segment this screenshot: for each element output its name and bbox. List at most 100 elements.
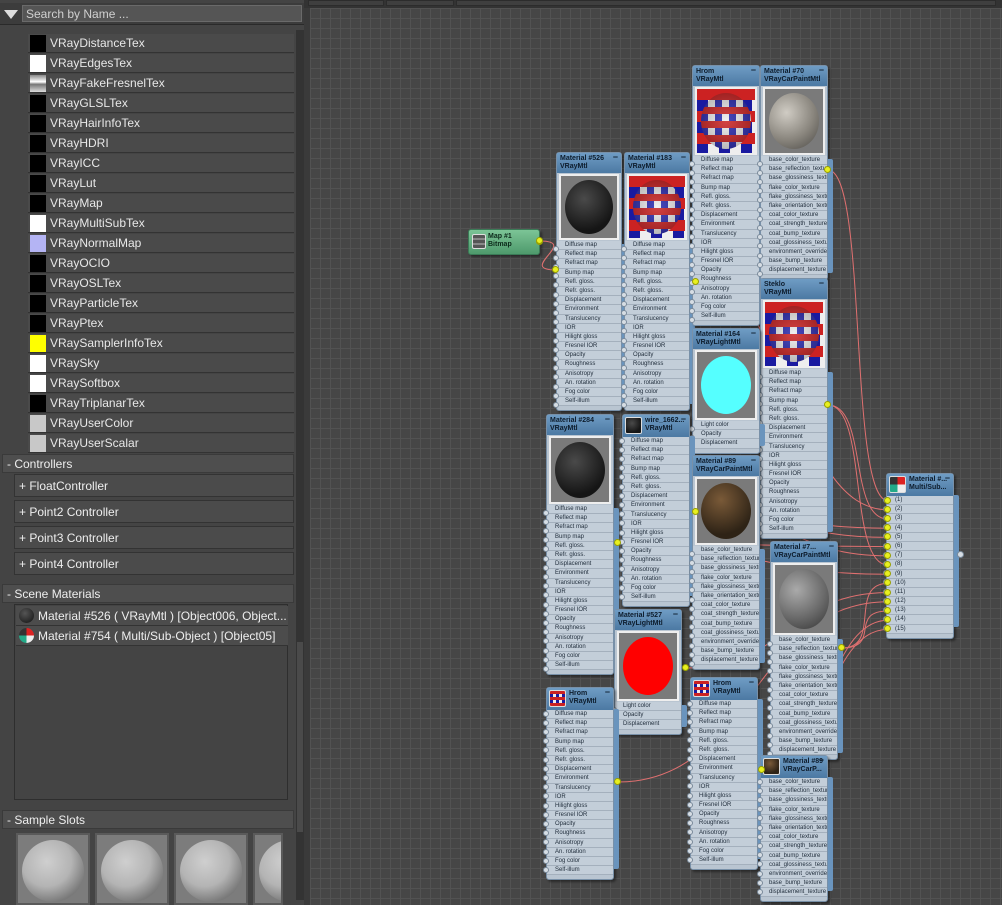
- input-slot[interactable]: Opacity: [557, 351, 621, 361]
- input-slot[interactable]: Hilight gloss: [693, 247, 759, 258]
- collapse-icon[interactable]: −: [819, 279, 824, 288]
- input-slot[interactable]: Self-illum: [691, 856, 757, 866]
- input-slot[interactable]: Self-illum: [623, 593, 689, 603]
- input-slot[interactable]: displacement_texture: [761, 888, 827, 898]
- input-slot[interactable]: Refract map: [547, 523, 613, 533]
- input-slot[interactable]: Refr. gloss.: [691, 745, 757, 756]
- input-socket[interactable]: [543, 601, 549, 608]
- input-slot[interactable]: Translucency: [547, 783, 613, 793]
- input-slot[interactable]: Opacity: [693, 430, 759, 440]
- input-slot[interactable]: IOR: [691, 782, 757, 792]
- node-header[interactable]: wire_1662... VRayMtl −: [623, 415, 689, 437]
- input-slot[interactable]: (15): [887, 624, 953, 634]
- input-socket[interactable]: [757, 842, 763, 849]
- input-slot[interactable]: Environment: [623, 501, 689, 511]
- input-slot[interactable]: Self-illum: [625, 397, 689, 407]
- input-socket[interactable]: [767, 704, 773, 711]
- input-slot[interactable]: coat_strength_texture: [771, 700, 837, 710]
- input-slot[interactable]: Hilight gloss: [547, 801, 613, 812]
- browser-item[interactable]: VRaySamplerInfoTex: [28, 334, 294, 353]
- input-slot[interactable]: base_bump_texture: [761, 879, 827, 889]
- input-socket[interactable]: [689, 261, 695, 268]
- input-slot[interactable]: Refr. gloss.: [557, 286, 621, 297]
- input-slot[interactable]: Refract map: [547, 728, 613, 738]
- input-slot[interactable]: Self-illum: [557, 397, 621, 407]
- browser-item[interactable]: VRayOSLTex: [28, 274, 294, 293]
- input-socket[interactable]: [767, 649, 773, 656]
- input-socket[interactable]: [543, 774, 549, 781]
- input-socket[interactable]: [621, 383, 627, 390]
- input-slot[interactable]: Displacement: [625, 296, 689, 306]
- input-socket[interactable]: [687, 838, 693, 845]
- multisub-output-socket[interactable]: [957, 551, 964, 558]
- input-slot[interactable]: Anisotropy: [623, 565, 689, 575]
- material-node[interactable]: Steklo VRayMtl − Diffuse map Reflect map Refr…: [760, 278, 828, 540]
- input-slot[interactable]: (1): [887, 496, 953, 506]
- input-slot[interactable]: flake_orientation_texture: [693, 591, 759, 602]
- input-slot[interactable]: Opacity: [547, 820, 613, 830]
- input-slot[interactable]: Roughness: [691, 819, 757, 829]
- input-slot[interactable]: Anisotropy: [557, 369, 621, 379]
- connected-output-socket[interactable]: [824, 166, 831, 173]
- input-socket[interactable]: [621, 300, 627, 307]
- input-slot[interactable]: Fog color: [693, 303, 759, 313]
- input-slot[interactable]: Reflect map: [625, 250, 689, 260]
- input-slot[interactable]: Fresnel IOR: [547, 811, 613, 821]
- input-socket[interactable]: [689, 550, 695, 557]
- input-slot[interactable]: Opacity: [761, 479, 827, 489]
- input-slot[interactable]: Translucency: [691, 773, 757, 783]
- connected-input-socket[interactable]: [884, 551, 891, 559]
- input-slot[interactable]: Opacity: [693, 266, 759, 276]
- input-socket[interactable]: [767, 658, 773, 665]
- search-input[interactable]: [22, 5, 302, 22]
- input-socket[interactable]: [621, 355, 627, 362]
- input-socket[interactable]: [543, 866, 549, 873]
- input-slot[interactable]: Bump map: [693, 183, 759, 193]
- controller-item[interactable]: + Point2 Controller: [14, 500, 294, 523]
- input-slot[interactable]: Opacity: [625, 351, 689, 361]
- input-slot[interactable]: Roughness: [557, 360, 621, 370]
- input-socket[interactable]: [553, 346, 559, 353]
- input-slot[interactable]: Bump map: [625, 268, 689, 278]
- input-slot[interactable]: IOR: [557, 323, 621, 333]
- input-slot[interactable]: base_color_texture: [771, 636, 837, 646]
- input-slot[interactable]: Translucency: [557, 314, 621, 324]
- node-header[interactable]: Material #89 VRayCarPaintMtl −: [693, 456, 759, 476]
- input-slot[interactable]: Environment: [547, 774, 613, 784]
- input-slot[interactable]: Anisotropy: [693, 284, 759, 294]
- input-socket[interactable]: [689, 651, 695, 658]
- input-slot[interactable]: Roughness: [761, 488, 827, 498]
- input-slot[interactable]: Displacement: [691, 755, 757, 765]
- connected-input-socket[interactable]: [884, 588, 891, 596]
- material-node[interactable]: Hrom VRayMtl − Diffuse map Reflect map Refrac…: [692, 65, 760, 327]
- browser-item[interactable]: VRayUserColor: [28, 414, 294, 433]
- input-socket[interactable]: [621, 245, 627, 252]
- input-slot[interactable]: An. rotation: [623, 574, 689, 584]
- input-slot[interactable]: coat_strength_texture: [761, 842, 827, 852]
- input-slot[interactable]: Refl. gloss.: [623, 473, 689, 483]
- input-slot[interactable]: Displacement: [547, 765, 613, 775]
- input-socket[interactable]: [543, 509, 549, 516]
- scene-material-item[interactable]: Material #754 ( Multi/Sub-Object ) [Obje…: [16, 626, 288, 646]
- input-slot[interactable]: environment_override_te...: [693, 637, 759, 648]
- browser-item[interactable]: VRayGLSLTex: [28, 94, 294, 113]
- collapse-icon[interactable]: −: [681, 153, 686, 162]
- browser-item[interactable]: VRayOCIO: [28, 254, 294, 273]
- input-slot[interactable]: An. rotation: [693, 293, 759, 303]
- input-slot[interactable]: Bump map: [557, 268, 621, 278]
- input-slot[interactable]: Fresnel IOR: [623, 538, 689, 548]
- input-slot[interactable]: IOR: [623, 519, 689, 529]
- input-socket[interactable]: [757, 178, 763, 185]
- input-slot[interactable]: Anisotropy: [691, 828, 757, 838]
- input-slot[interactable]: environment_override_te...: [761, 869, 827, 880]
- input-socket[interactable]: [767, 741, 773, 748]
- browser-item[interactable]: VRayTriplanarTex: [28, 394, 294, 413]
- input-slot[interactable]: Refr. gloss.: [547, 755, 613, 766]
- node-header[interactable]: Material #... Multi/Sub... −: [887, 474, 953, 496]
- browser-item[interactable]: VRaySoftbox: [28, 374, 294, 393]
- input-slot[interactable]: Bump map: [761, 396, 827, 406]
- node-header[interactable]: Material #527 VRayLightMtl −: [615, 610, 681, 630]
- input-socket[interactable]: [543, 665, 549, 672]
- browser-item[interactable]: VRayEdgesTex: [28, 54, 294, 73]
- input-slot[interactable]: Environment: [547, 569, 613, 579]
